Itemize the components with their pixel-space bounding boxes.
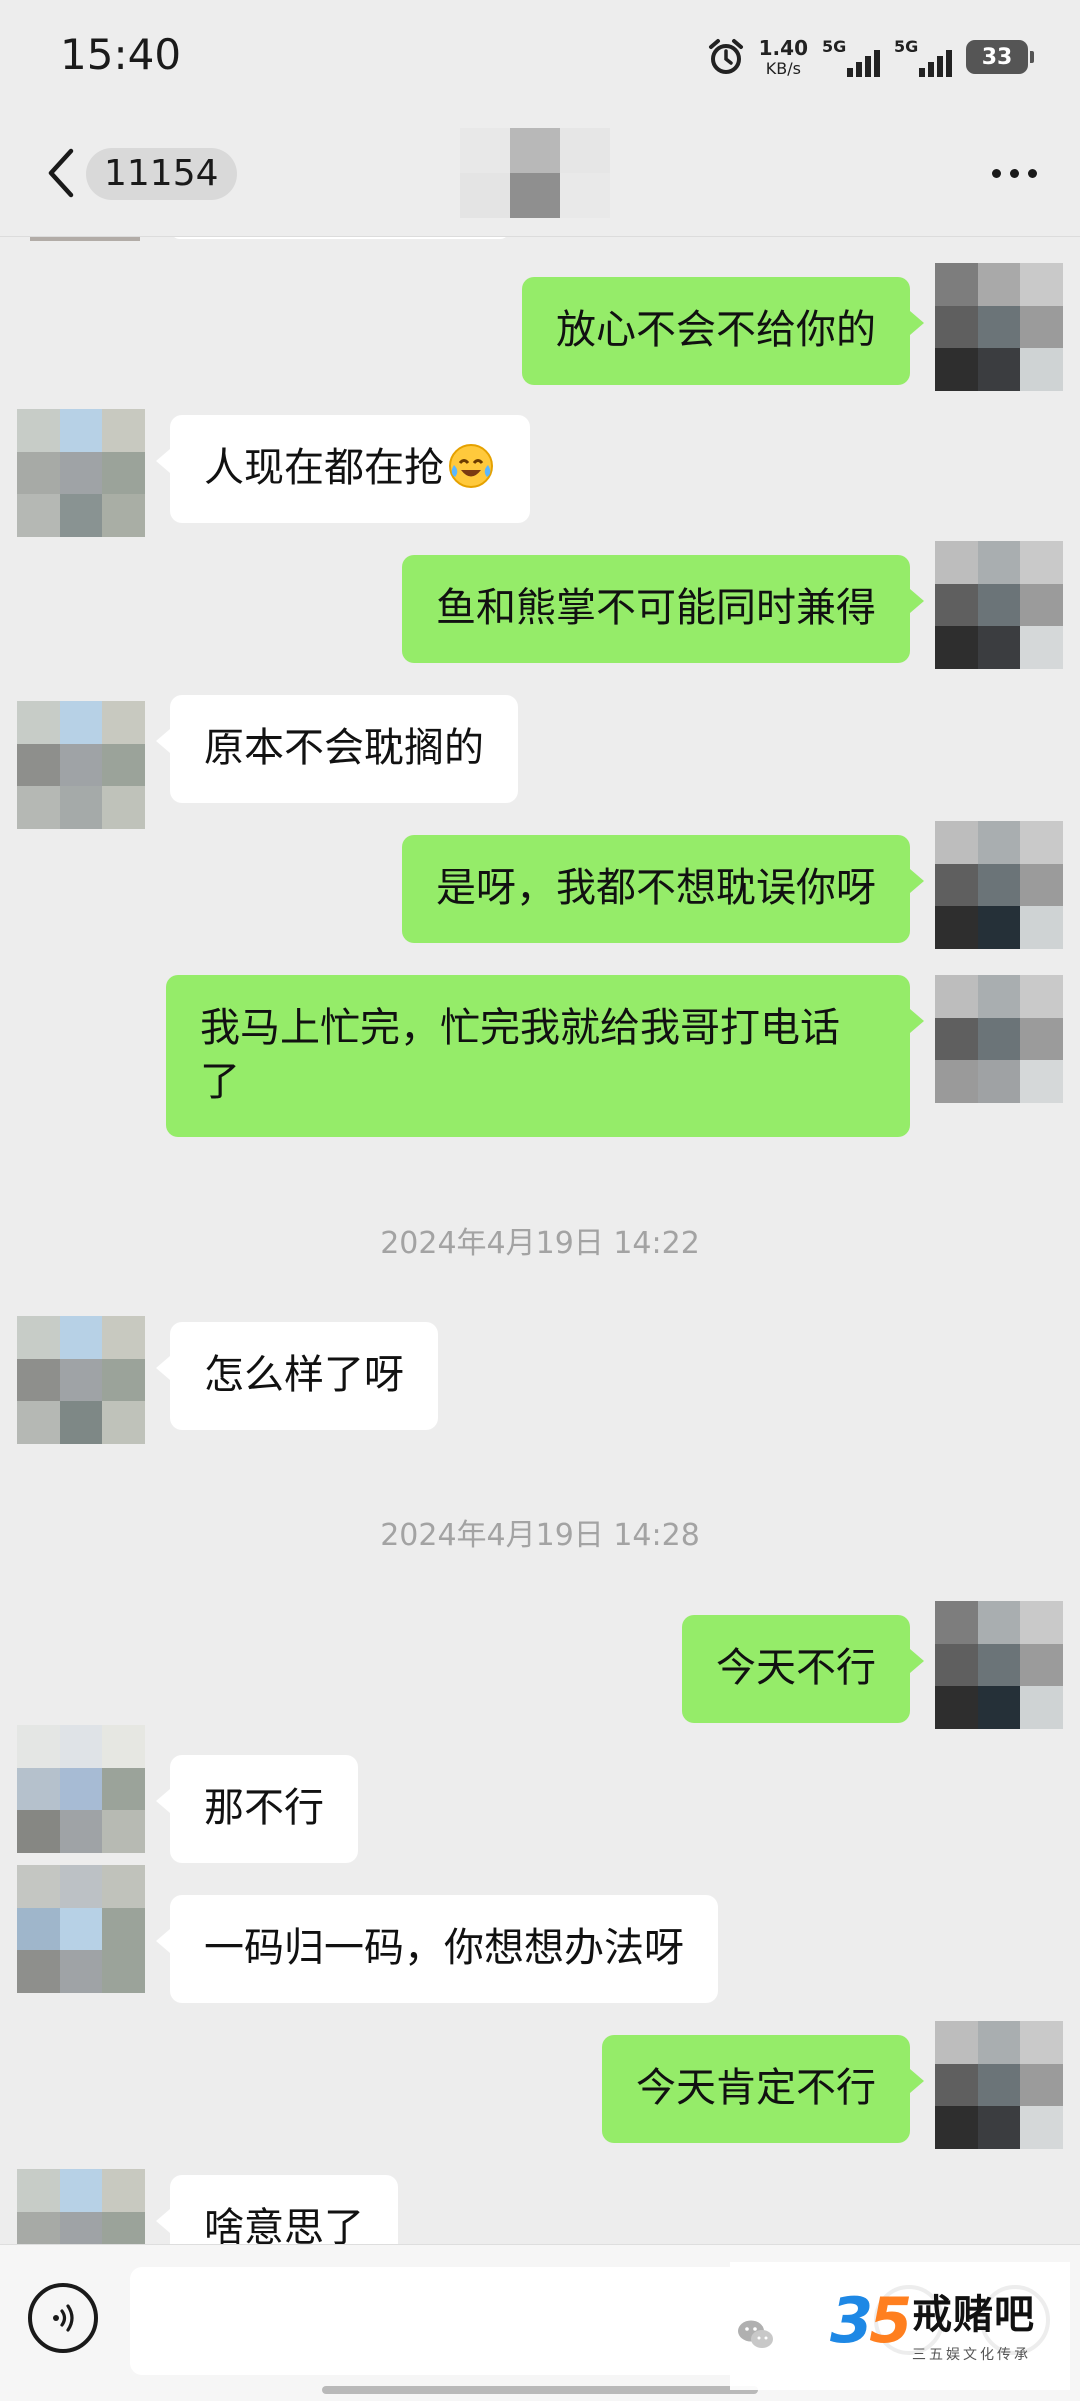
message-row: 那不行 (0, 1725, 1080, 1865)
message-row: 原本不会耽搁的 (0, 695, 1080, 829)
network-speed-unit: KB/s (765, 58, 801, 78)
chevron-left-icon (48, 148, 74, 198)
message-row: 啥意思了 (0, 2169, 1080, 2244)
contact-avatar[interactable] (17, 1316, 145, 1444)
network-speed: 1.40 KB/s (759, 38, 808, 77)
more-options-button[interactable] (982, 150, 1046, 196)
contact-avatar[interactable] (17, 1865, 145, 1993)
message-bubble-incoming[interactable]: 那不行 (156, 1755, 358, 1863)
contact-avatar[interactable] (17, 2169, 145, 2244)
status-icons: 1.40 KB/s 5G 5G 33 (707, 32, 1034, 82)
partial-message-bubble (170, 237, 510, 239)
watermark-subtitle: 三五娱文化传承 (912, 2347, 1031, 2363)
message-input[interactable] (130, 2267, 750, 2375)
watermark-name: 戒赌吧 (912, 2292, 1035, 2338)
battery-level: 33 (981, 44, 1013, 70)
message-text: 人现在都在抢 (204, 445, 444, 491)
my-avatar[interactable] (935, 263, 1063, 391)
message-row: 怎么样了呀 (0, 1316, 1080, 1444)
partial-avatar (30, 237, 140, 241)
message-bubble-incoming[interactable]: 怎么样了呀 (156, 1322, 438, 1430)
message-row: 人现在都在抢 (0, 409, 1080, 537)
message-bubble-outgoing[interactable]: 是呀，我都不想耽误你呀 (402, 835, 924, 943)
crying-laughing-emoji-icon (446, 441, 496, 491)
sim1-label: 5G (822, 37, 847, 56)
sim2-label: 5G (894, 37, 919, 56)
wechat-icon (736, 2318, 776, 2356)
message-bubble-outgoing[interactable]: 放心不会不给你的 (522, 277, 924, 385)
chat-header: 11154 (0, 110, 1080, 237)
status-bar: 15:40 1.40 KB/s 5G 5G 33 (0, 0, 1080, 110)
back-button[interactable] (36, 140, 86, 206)
my-avatar[interactable] (935, 1601, 1063, 1729)
battery-icon: 33 (966, 40, 1034, 74)
message-row: 我马上忙完，忙完我就给我哥打电话了 (0, 975, 1080, 1139)
message-bubble-incoming[interactable]: 啥意思了 (156, 2175, 398, 2244)
alarm-icon (707, 38, 745, 76)
message-bubble-outgoing[interactable]: 今天肯定不行 (602, 2035, 924, 2143)
timestamp: 2024年4月19日 14:28 (380, 1518, 700, 1553)
watermark-logo: 35 (830, 2284, 912, 2357)
network-speed-value: 1.40 (758, 35, 808, 60)
chat-title-pixelated (460, 128, 610, 218)
message-bubble-incoming[interactable]: 原本不会耽搁的 (156, 695, 518, 803)
message-bubble-outgoing[interactable]: 今天不行 (682, 1615, 924, 1723)
message-bubble-outgoing[interactable]: 鱼和熊掌不可能同时兼得 (402, 555, 924, 663)
watermark: 35 戒赌吧 三五娱文化传承 (730, 2262, 1070, 2390)
my-avatar[interactable] (935, 541, 1063, 669)
message-bubble-outgoing[interactable]: 我马上忙完，忙完我就给我哥打电话了 (166, 975, 924, 1137)
unread-count-badge[interactable]: 11154 (86, 148, 237, 200)
signal-sim1-icon: 5G (822, 37, 880, 77)
status-time: 15:40 (60, 30, 182, 79)
timestamp: 2024年4月19日 14:22 (380, 1226, 700, 1261)
contact-avatar[interactable] (17, 409, 145, 537)
message-bubble-incoming[interactable]: 一码归一码，你想想办法呀 (156, 1895, 718, 2003)
message-row: 今天肯定不行 (0, 2021, 1080, 2149)
message-row: 一码归一码，你想想办法呀 (0, 1865, 1080, 2005)
message-row: 是呀，我都不想耽误你呀 (0, 821, 1080, 949)
signal-sim2-icon: 5G (894, 37, 952, 77)
message-row: 鱼和熊掌不可能同时兼得 (0, 541, 1080, 669)
voice-icon (53, 2304, 74, 2332)
contact-avatar[interactable] (17, 701, 145, 829)
contact-avatar[interactable] (17, 1725, 145, 1853)
message-bubble-incoming[interactable]: 人现在都在抢 (156, 415, 530, 523)
home-indicator[interactable] (322, 2386, 758, 2394)
my-avatar[interactable] (935, 975, 1063, 1103)
my-avatar[interactable] (935, 821, 1063, 949)
voice-input-button[interactable] (28, 2283, 98, 2353)
more-dots-icon (991, 168, 1001, 178)
message-row: 今天不行 (0, 1601, 1080, 1729)
message-list[interactable]: 放心不会不给你的 人现在都在抢 鱼和熊掌不可能同时兼得 原本不会耽搁的 是呀，我… (0, 237, 1080, 2244)
message-row: 放心不会不给你的 (0, 263, 1080, 391)
my-avatar[interactable] (935, 2021, 1063, 2149)
